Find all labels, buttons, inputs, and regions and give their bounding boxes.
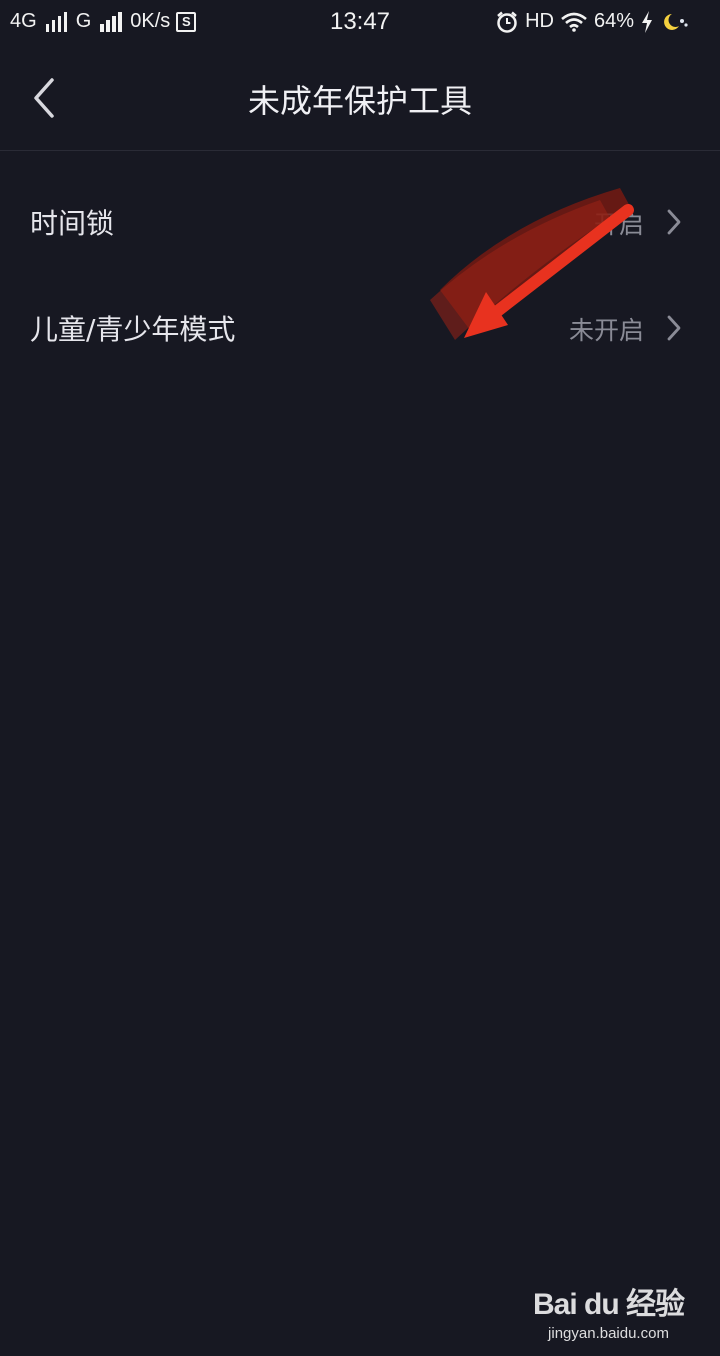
chevron-right-icon bbox=[667, 209, 681, 235]
charging-icon bbox=[642, 10, 652, 33]
chevron-right-icon bbox=[667, 315, 681, 341]
item-label: 时间锁 bbox=[30, 207, 115, 240]
wifi-icon bbox=[561, 12, 587, 32]
night-mode-icon bbox=[664, 13, 688, 30]
battery-percent: 64% bbox=[593, 10, 634, 32]
alarm-icon bbox=[497, 11, 517, 33]
item-status: 未开启 bbox=[568, 316, 644, 345]
item-status: 开启 bbox=[593, 210, 644, 239]
list-item-kids-teen-mode[interactable]: 儿童/青少年模式 未开启 bbox=[0, 278, 720, 378]
list-item-time-lock[interactable]: 时间锁 开启 bbox=[0, 172, 720, 272]
item-label: 儿童/青少年模式 bbox=[30, 313, 236, 346]
watermark: Bai du 经验 jingyan.baidu.com bbox=[532, 1279, 685, 1342]
page-title: 未成年保护工具 bbox=[247, 82, 472, 120]
hd-indicator: HD bbox=[525, 10, 554, 32]
status-bar: 4G G 0K/s S 13:47 HD 64% bbox=[0, 0, 720, 46]
watermark-url: jingyan.baidu.com bbox=[548, 1325, 669, 1342]
baidu-jingyan-logo: Bai du 经验 bbox=[532, 1288, 685, 1321]
status-right: HD 64% bbox=[489, 10, 690, 33]
navigation-bar: 未成年保护工具 bbox=[0, 46, 720, 151]
